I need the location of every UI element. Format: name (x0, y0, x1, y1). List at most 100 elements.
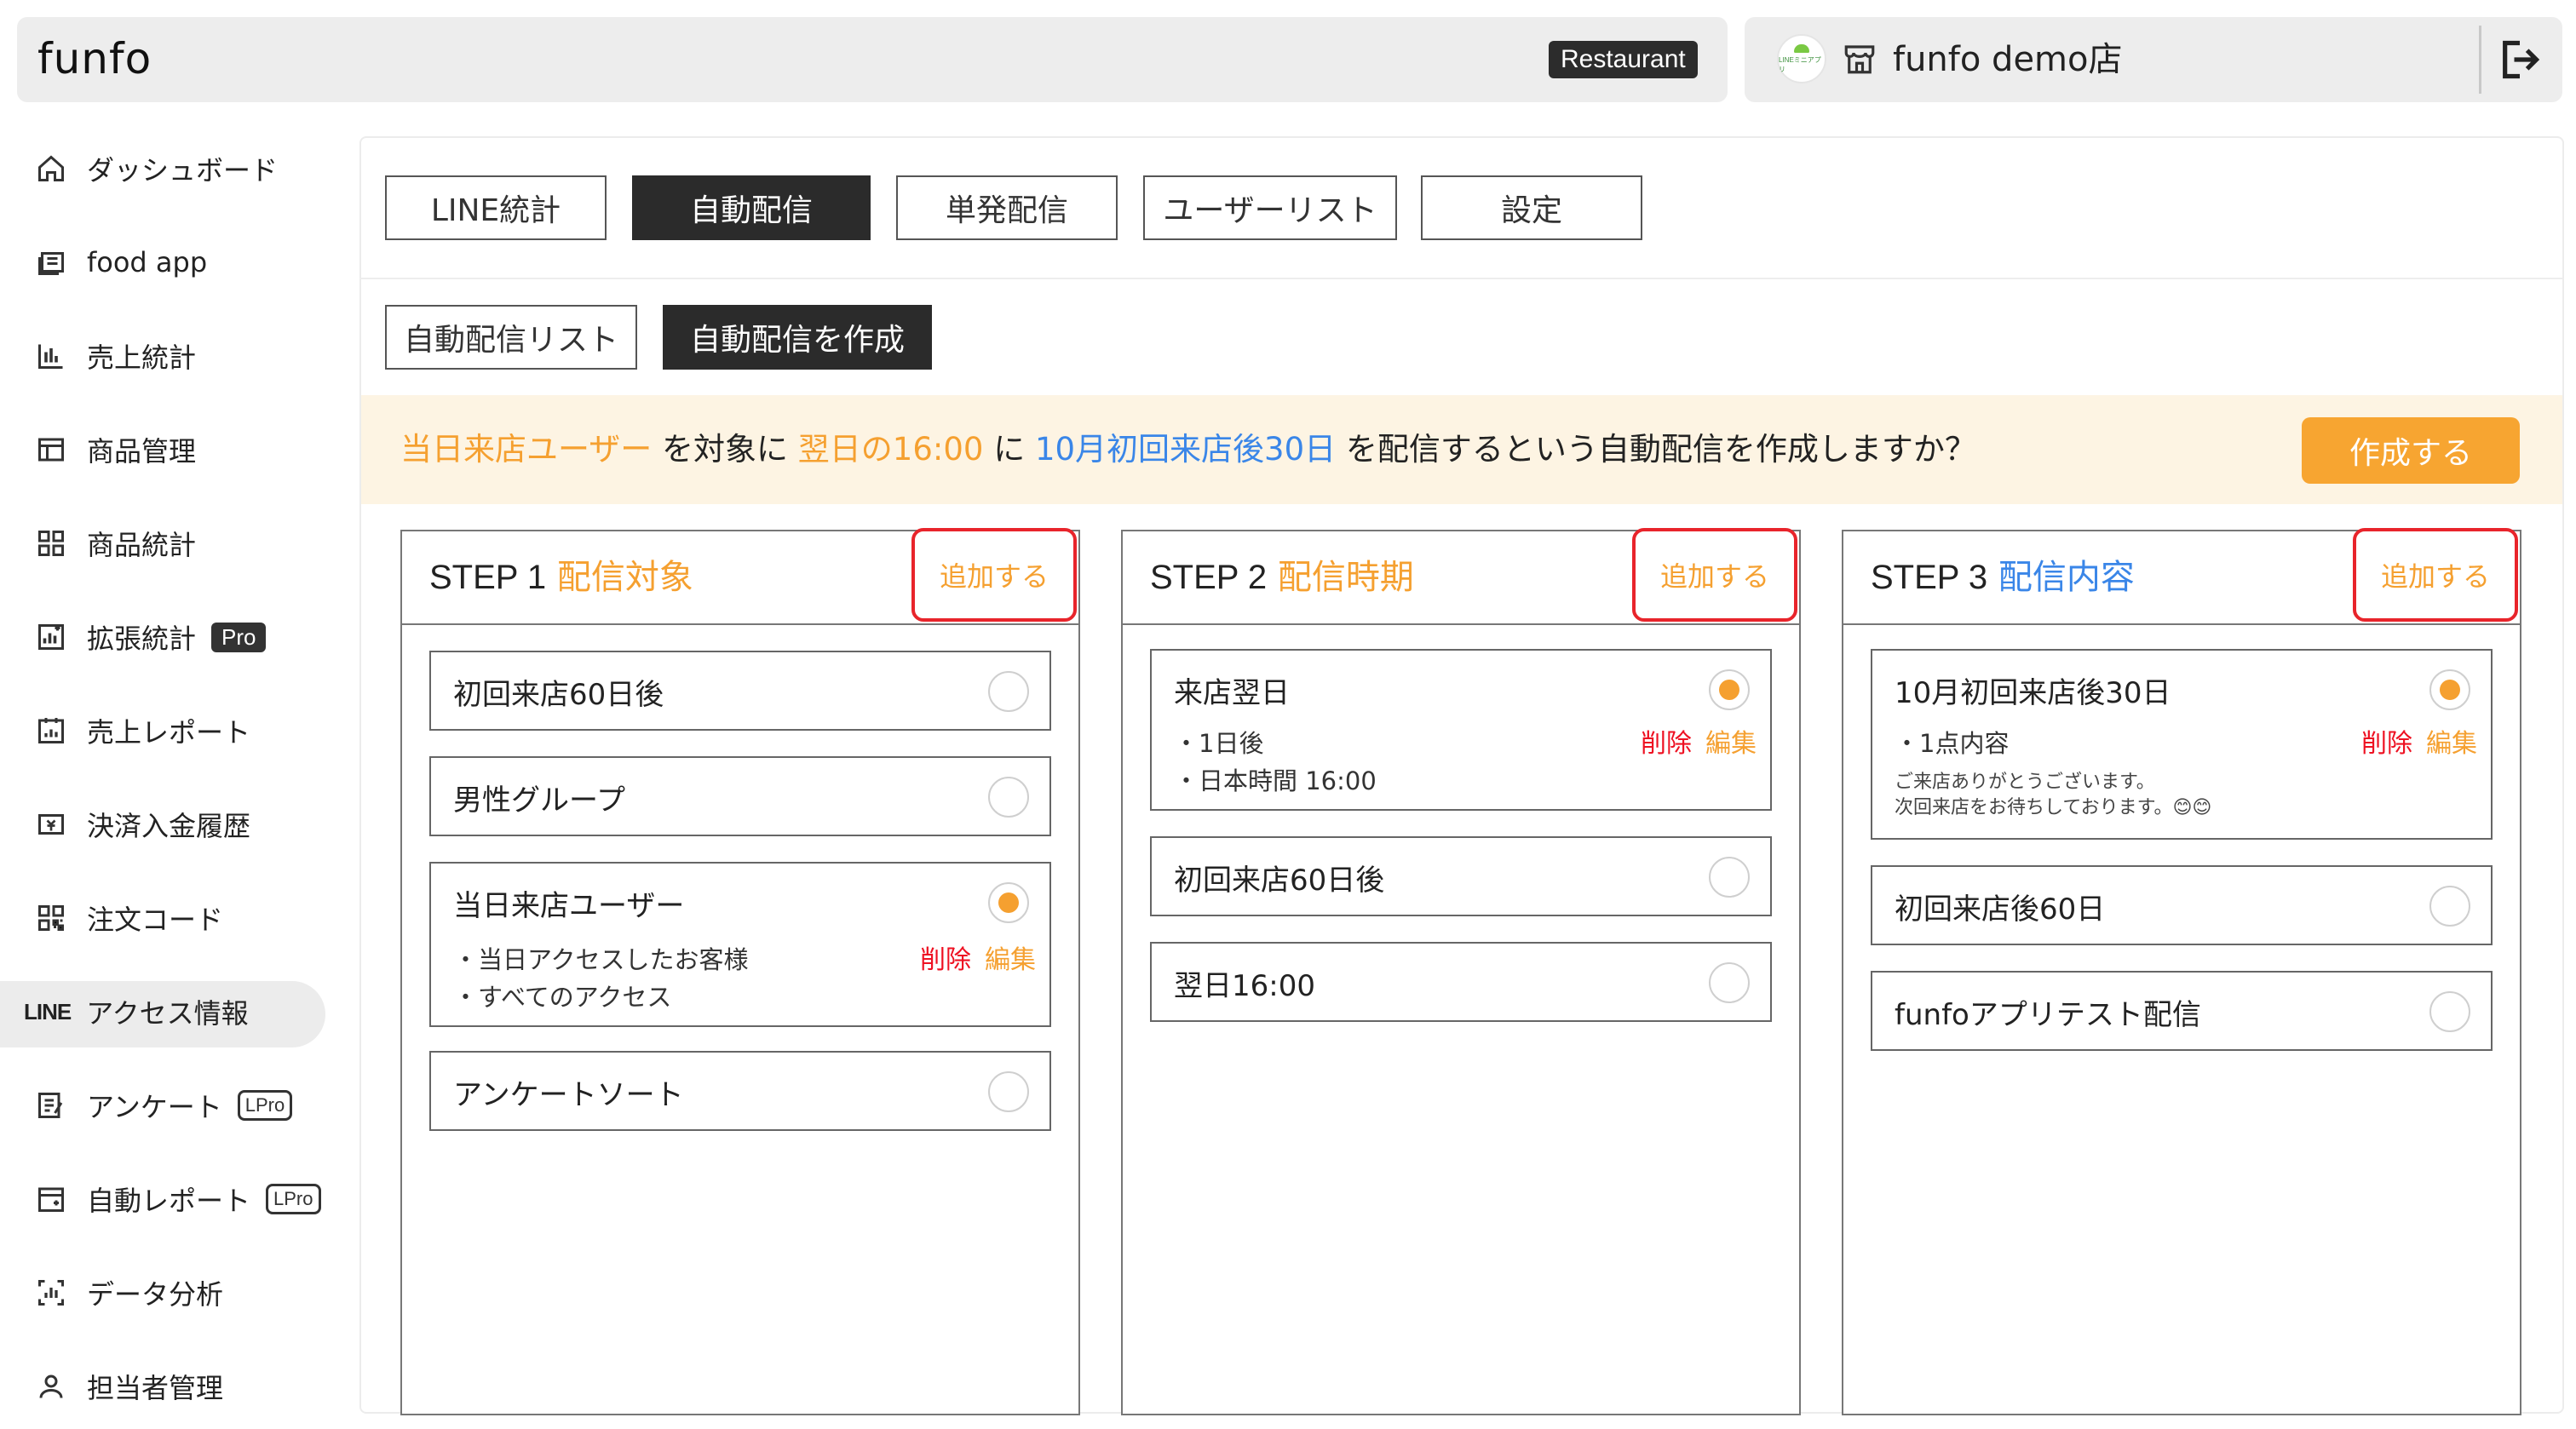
option-title: 翌日16:00 (1174, 969, 1315, 1003)
sidebar-item-order-code[interactable]: 注文コード (34, 875, 324, 961)
step-name: 配信時期 (1277, 558, 1414, 597)
sidebar-item-auto-report[interactable]: 自動レポート LPro (34, 1156, 324, 1242)
leaf-icon (1794, 43, 1809, 53)
radio-button[interactable] (988, 1071, 1029, 1112)
radio-button-selected[interactable] (988, 882, 1029, 923)
sidebar-item-label: 担当者管理 (87, 1372, 224, 1404)
radio-button[interactable] (1709, 857, 1750, 898)
logout-icon[interactable] (2498, 37, 2542, 82)
store-name[interactable]: funfo demo店 (1893, 36, 2123, 83)
radio-button-selected[interactable] (2429, 669, 2470, 710)
option-title: 男性グループ (453, 783, 625, 818)
survey-icon (34, 1088, 68, 1122)
step-1-column: STEP 1 配信対象 追加する 初回来店60日後 男性グループ 当日来店ユーザ… (400, 528, 1080, 1415)
step-3-header: STEP 3 配信内容 追加する (1843, 528, 2520, 625)
step-3-title: STEP 3 配信内容 (1871, 554, 2135, 601)
sidebar-item-label: 注文コード (87, 904, 224, 936)
subtab-create-auto-delivery[interactable]: 自動配信を作成 (663, 305, 932, 370)
message-preview-line: ご来店ありがとうございます。 (1895, 772, 2155, 793)
sidebar-item-sales-stats[interactable]: 売上統計 (34, 313, 324, 399)
option-detail: ・すべてのアクセス (453, 983, 672, 1012)
step-2-column: STEP 2 配信時期 追加する 来店翌日 ・1日後 ・日本時間 16:00 削… (1121, 528, 1801, 1415)
delete-link[interactable]: 削除 (920, 938, 971, 976)
radio-button[interactable] (1709, 962, 1750, 1003)
step-3-option[interactable]: 初回来店後60日 (1871, 865, 2493, 945)
create-button[interactable]: 作成する (2302, 417, 2520, 484)
step-2-option-selected[interactable]: 来店翌日 ・1日後 ・日本時間 16:00 削除 編集 (1150, 649, 1772, 811)
sidebar-item-label: データ分析 (87, 1278, 224, 1311)
sidebar-item-dashboard[interactable]: ダッシュボード (34, 126, 324, 211)
sidebar-item-sales-report[interactable]: 売上レポート (34, 688, 324, 773)
step-3-option[interactable]: funfoアプリテスト配信 (1871, 971, 2493, 1051)
summary-content: 10月初回来店後30日 (1034, 431, 1337, 468)
lpro-badge: LPro (266, 1184, 321, 1214)
summary-text: 当日来店ユーザー を対象に 翌日の16:00 に 10月初回来店後30日 を配信… (400, 426, 1976, 473)
sidebar-item-payment-history[interactable]: 決済入金履歴 (34, 782, 324, 867)
sidebar-item-staff-management[interactable]: 担当者管理 (34, 1344, 324, 1429)
option-title: 10月初回来店後30日 (1895, 676, 2171, 710)
sidebar-item-survey[interactable]: アンケート LPro (34, 1063, 324, 1148)
summary-text-1: を対象に (662, 431, 789, 468)
tab-settings[interactable]: 設定 (1421, 175, 1642, 240)
tab-user-list[interactable]: ユーザーリスト (1143, 175, 1397, 240)
sidebar-item-product-stats[interactable]: 商品統計 (34, 501, 324, 586)
step-1-header: STEP 1 配信対象 追加する (402, 528, 1078, 625)
delete-link[interactable]: 削除 (1641, 722, 1692, 760)
summary-timing: 翌日の16:00 (797, 431, 984, 468)
sidebar-item-label: 決済入金履歴 (87, 810, 251, 842)
sidebar-item-label: 売上レポート (87, 716, 251, 749)
tab-single-delivery[interactable]: 単発配信 (896, 175, 1118, 240)
store-icon (1844, 45, 1875, 74)
option-detail: ・1点内容 (1895, 729, 2010, 758)
sidebar-item-label: food app (87, 246, 208, 278)
topbar-divider (2479, 26, 2481, 94)
store-avatar-text: LINEミニアプリ (1779, 55, 1821, 73)
option-detail: ・日本時間 16:00 (1174, 766, 1377, 795)
radio-button[interactable] (2429, 991, 2470, 1032)
sidebar-item-label: 拡張統計 (87, 623, 197, 655)
subtab-auto-delivery-list[interactable]: 自動配信リスト (385, 305, 637, 370)
step-2-add-button[interactable]: 追加する (1632, 528, 1797, 622)
payment-icon (34, 807, 68, 841)
radio-button[interactable] (988, 777, 1029, 818)
option-title: アンケートソート (453, 1078, 684, 1112)
bar-chart-icon (34, 339, 68, 373)
step-1-option[interactable]: 初回来店60日後 (429, 651, 1051, 731)
sidebar-item-label: ダッシュボード (87, 154, 279, 187)
step-3-add-button[interactable]: 追加する (2353, 528, 2518, 622)
option-detail: ・1日後 (1174, 729, 1264, 758)
funfo-logo[interactable]: funfo (37, 34, 152, 83)
sidebar-item-extended-stats[interactable]: 拡張統計 Pro (34, 594, 324, 680)
tab-line-stats[interactable]: LINE統計 (385, 175, 607, 240)
step-1-option[interactable]: 男性グループ (429, 756, 1051, 836)
step-1-option[interactable]: アンケートソート (429, 1051, 1051, 1131)
step-1-option-selected[interactable]: 当日来店ユーザー ・当日アクセスしたお客様 ・すべてのアクセス 削除 編集 (429, 862, 1051, 1027)
sidebar-item-label: 自動レポート (87, 1185, 251, 1217)
auto-report-icon (34, 1182, 68, 1216)
home-icon (34, 152, 68, 186)
sidebar-item-data-analysis[interactable]: データ分析 (34, 1250, 324, 1335)
sidebar-item-product-management[interactable]: 商品管理 (34, 407, 324, 492)
chart-plus-icon (34, 620, 68, 654)
step-3-option-selected[interactable]: 10月初回来店後30日 ・1点内容 ご来店ありがとうございます。 次回来店をお待… (1871, 649, 2493, 840)
edit-link[interactable]: 編集 (2426, 722, 2477, 760)
step-number: STEP 1 (429, 559, 547, 596)
step-1-add-button[interactable]: 追加する (911, 528, 1077, 622)
tab-auto-delivery[interactable]: 自動配信 (632, 175, 871, 240)
delete-link[interactable]: 削除 (2361, 722, 2412, 760)
step-2-option[interactable]: 翌日16:00 (1150, 942, 1772, 1022)
product-icon (34, 433, 68, 467)
radio-button-selected[interactable] (1709, 669, 1750, 710)
sidebar-item-food-app[interactable]: food app (34, 220, 324, 305)
sidebar-item-line-access[interactable]: LINE アクセス情報 (24, 969, 313, 1054)
edit-link[interactable]: 編集 (1705, 722, 1757, 760)
food-app-icon (34, 245, 68, 279)
radio-button[interactable] (988, 671, 1029, 712)
option-title: 初回来店60日後 (1174, 864, 1385, 898)
edit-link[interactable]: 編集 (985, 938, 1036, 976)
radio-button[interactable] (2429, 886, 2470, 927)
step-2-option[interactable]: 初回来店60日後 (1150, 836, 1772, 916)
lpro-badge: LPro (237, 1090, 293, 1121)
step-1-title: STEP 1 配信対象 (429, 554, 693, 601)
grid-icon (34, 526, 68, 560)
